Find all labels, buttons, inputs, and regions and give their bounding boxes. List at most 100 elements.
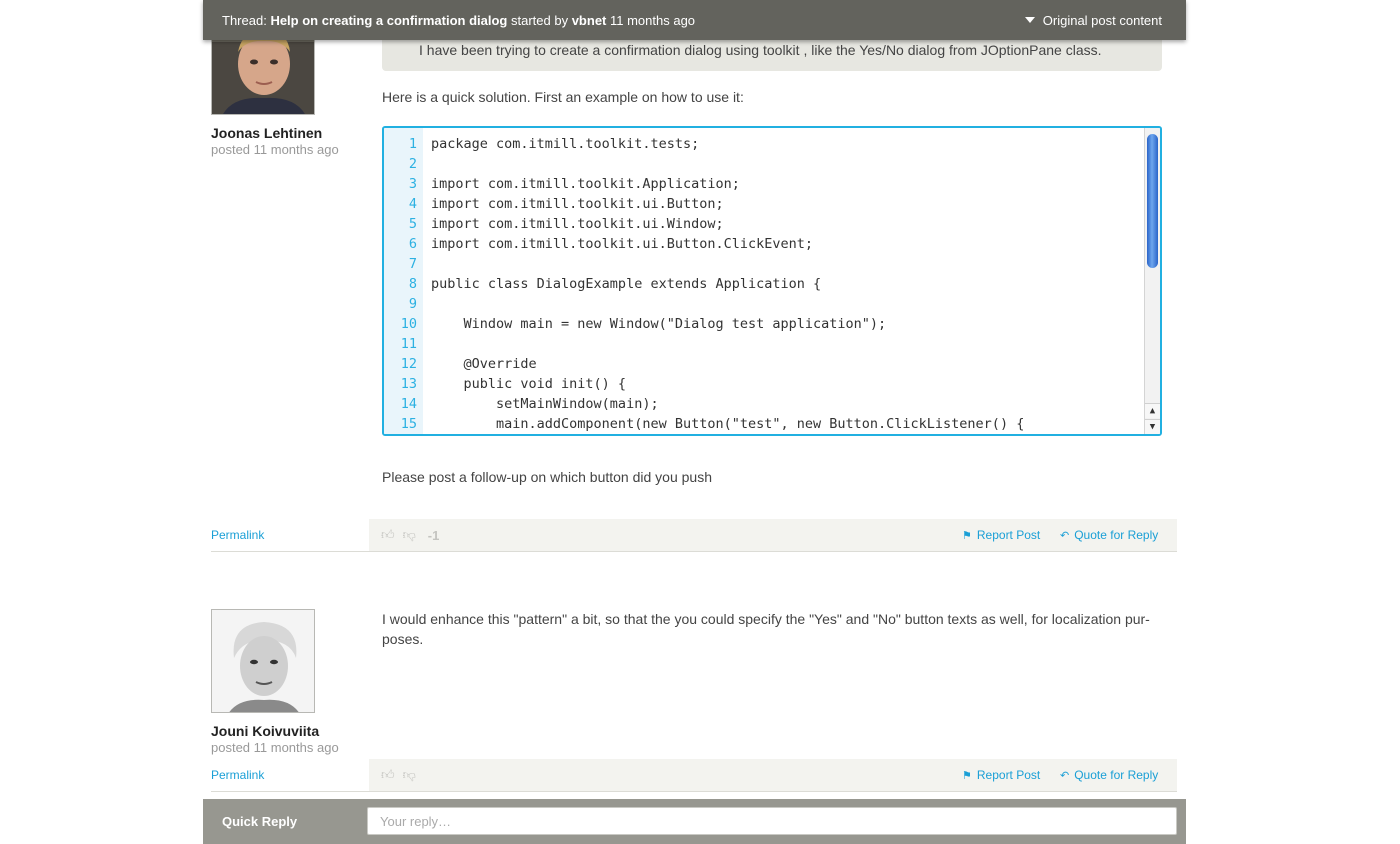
code-line: 2 bbox=[384, 154, 1024, 174]
code-line: 4 import com.itmill.toolkit.ui.Button; bbox=[384, 194, 1024, 214]
post-actions-bar: 👍︎ 👎︎ ⚑ Report Post ↶ Quote for Reply bbox=[369, 759, 1177, 792]
post-divider bbox=[211, 791, 1177, 792]
thread-prefix: Thread: bbox=[222, 12, 267, 28]
code-line: 6 import com.itmill.toolkit.ui.Button.Cli… bbox=[384, 234, 1024, 254]
code-text: import com.itmill.toolkit.ui.Button.Clic… bbox=[431, 236, 814, 252]
code-line: 14 setMainWindow(main); bbox=[384, 394, 1024, 414]
post-body-text: I would enhance this "pattern" a bit, so… bbox=[382, 609, 1162, 649]
post-intro-text: Here is a quick solution. First an examp… bbox=[382, 89, 744, 105]
line-number: 1 bbox=[408, 136, 417, 152]
thumbs-up-icon[interactable]: 👍︎ bbox=[381, 527, 395, 543]
vote-controls: 👍︎ 👎︎ -1 bbox=[381, 527, 439, 543]
thread-started-by: started by bbox=[510, 12, 569, 28]
code-text: setMainWindow(main); bbox=[431, 396, 659, 412]
permalink[interactable]: Permalink bbox=[211, 528, 264, 542]
scroll-up-arrow-icon[interactable]: ▲ bbox=[1145, 403, 1160, 418]
original-post-toggle[interactable]: Original post content bbox=[1024, 12, 1162, 28]
report-post-link[interactable]: ⚑ Report Post bbox=[962, 768, 1040, 782]
line-number: 12 bbox=[400, 356, 417, 372]
original-post-toggle-label: Original post content bbox=[1042, 12, 1162, 28]
flag-icon: ⚑ bbox=[962, 529, 972, 542]
quote-for-reply-link[interactable]: ↶ Quote for Reply bbox=[1060, 528, 1158, 542]
permalink[interactable]: Permalink bbox=[211, 768, 264, 782]
line-number: 8 bbox=[408, 276, 417, 292]
triangle-down-icon bbox=[1024, 17, 1035, 23]
thread-age: 11 months ago bbox=[610, 12, 696, 28]
code-line: 1 package com.itmill.toolkit.tests; bbox=[384, 134, 1024, 154]
code-line: 5 import com.itmill.toolkit.ui.Window; bbox=[384, 214, 1024, 234]
code-line: 3 import com.itmill.toolkit.Application; bbox=[384, 174, 1024, 194]
author-name[interactable]: Jouni Koivuviita bbox=[211, 723, 319, 739]
post-time: posted 11 months ago bbox=[211, 740, 339, 755]
code-text: import com.itmill.toolkit.Application; bbox=[431, 176, 740, 192]
thumbs-down-icon[interactable]: 👎︎ bbox=[403, 527, 416, 543]
line-number: 4 bbox=[408, 196, 417, 212]
reply-arrow-icon: ↶ bbox=[1060, 769, 1070, 782]
line-number: 5 bbox=[408, 216, 417, 232]
code-line: 13 public void init() { bbox=[384, 374, 1024, 394]
quote-text: I have been trying to create a confirmat… bbox=[419, 42, 1102, 58]
flag-icon: ⚑ bbox=[962, 769, 972, 782]
thread-author[interactable]: vbnet bbox=[572, 13, 607, 28]
code-text: public void init() { bbox=[431, 376, 627, 392]
code-line: 10 Window main = new Window("Dialog test… bbox=[384, 314, 1024, 334]
line-number: 15 bbox=[400, 416, 417, 432]
code-line: 9 bbox=[384, 294, 1024, 314]
line-number: 3 bbox=[408, 176, 417, 192]
post-body-line: poses. bbox=[382, 631, 424, 647]
quick-reply-bar: Quick Reply bbox=[203, 799, 1186, 844]
vote-score: -1 bbox=[427, 527, 440, 543]
quote-for-reply-link[interactable]: ↶ Quote for Reply bbox=[1060, 768, 1158, 782]
thumbs-down-icon[interactable]: 👎︎ bbox=[403, 767, 416, 783]
report-post-label: Report Post bbox=[976, 768, 1041, 782]
author-name[interactable]: Joonas Lehtinen bbox=[211, 125, 322, 141]
scroll-down-arrow-icon[interactable]: ▼ bbox=[1145, 419, 1160, 434]
post-actions-bar: 👍︎ 👎︎ -1 ⚑ Report Post ↶ Quote for Reply bbox=[369, 519, 1177, 552]
code-text: public class DialogExample extends Appli… bbox=[431, 276, 822, 292]
thumbs-up-icon[interactable]: 👍︎ bbox=[381, 767, 395, 783]
quote-for-reply-label: Quote for Reply bbox=[1074, 768, 1159, 782]
code-scrollbar[interactable]: ▲ ▼ bbox=[1144, 128, 1160, 434]
code-text: package com.itmill.toolkit.tests; bbox=[431, 136, 700, 152]
code-block[interactable]: 1 package com.itmill.toolkit.tests; 2 3 impo… bbox=[382, 126, 1162, 436]
line-number: 13 bbox=[400, 376, 417, 392]
thread-info: Thread: Help on creating a confirmation … bbox=[222, 13, 695, 28]
post-body-line: I would enhance this "pattern" a bit, so… bbox=[382, 611, 1150, 627]
post-divider bbox=[211, 551, 1177, 552]
thread-title[interactable]: Help on creating a confirmation dialog bbox=[270, 13, 507, 28]
quick-reply-input[interactable] bbox=[367, 807, 1177, 835]
code-line: 11 bbox=[384, 334, 1024, 354]
quick-reply-label: Quick Reply bbox=[222, 814, 298, 829]
report-post-label: Report Post bbox=[976, 528, 1041, 542]
scrollbar-thumb[interactable] bbox=[1147, 134, 1158, 268]
line-number: 10 bbox=[400, 316, 417, 332]
code-lines: 1 package com.itmill.toolkit.tests; 2 3 impo… bbox=[384, 134, 1025, 434]
code-text: main.addComponent(new Button("test", new… bbox=[431, 416, 1025, 432]
code-text: import com.itmill.toolkit.ui.Window; bbox=[431, 216, 724, 232]
code-text: import com.itmill.toolkit.ui.Button; bbox=[431, 196, 724, 212]
post-outro-text: Please post a follow-up on which button … bbox=[382, 469, 712, 485]
line-number: 7 bbox=[408, 256, 417, 272]
reply-arrow-icon: ↶ bbox=[1060, 529, 1070, 542]
code-line: 8 public class DialogExample extends Appl… bbox=[384, 274, 1024, 294]
line-number: 14 bbox=[400, 396, 417, 412]
thread-header-bar: Thread: Help on creating a confirmation … bbox=[203, 0, 1186, 40]
code-line: 7 bbox=[384, 254, 1024, 274]
code-text: Window main = new Window("Dialog test ap… bbox=[431, 316, 887, 332]
line-number: 9 bbox=[408, 296, 417, 312]
post-time: posted 11 months ago bbox=[211, 142, 339, 157]
report-post-link[interactable]: ⚑ Report Post bbox=[962, 528, 1040, 542]
line-number: 2 bbox=[408, 156, 417, 172]
avatar[interactable] bbox=[211, 609, 315, 713]
avatar-photo-jouni bbox=[212, 610, 314, 712]
line-number: 11 bbox=[400, 336, 417, 352]
line-number: 6 bbox=[408, 236, 417, 252]
code-line: 12 @Override bbox=[384, 354, 1024, 374]
code-line: 15 main.addComponent(new Button("test", … bbox=[384, 414, 1025, 434]
vote-controls: 👍︎ 👎︎ bbox=[381, 767, 416, 783]
code-text: @Override bbox=[431, 356, 537, 372]
